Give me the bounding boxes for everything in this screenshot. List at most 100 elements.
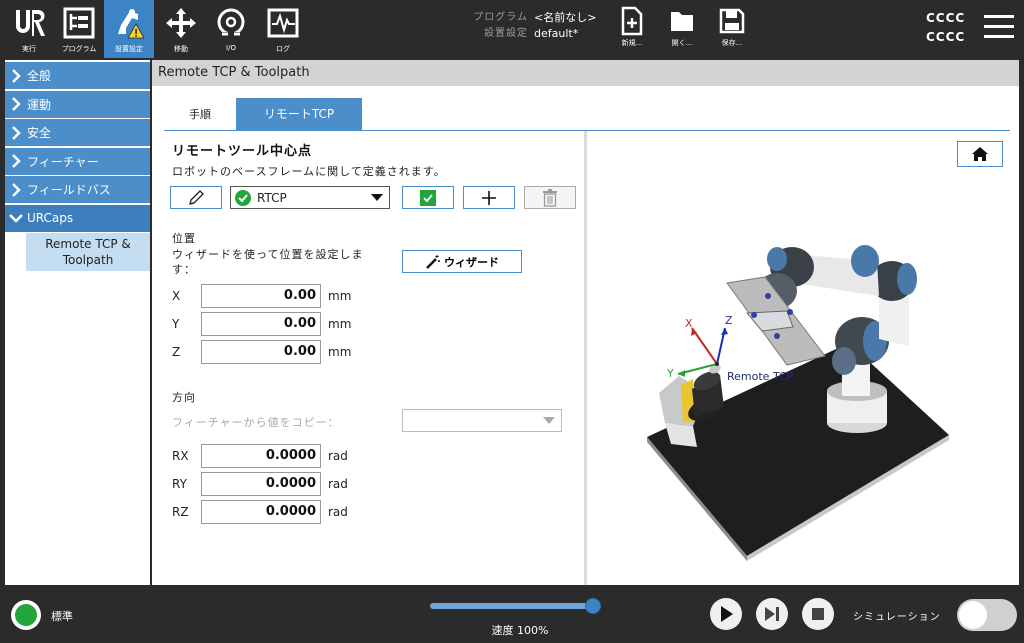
set-default-button[interactable] — [402, 186, 454, 209]
log-chart-icon — [267, 8, 299, 38]
orientation-ry-input[interactable]: 0.0000 — [201, 472, 321, 496]
save-button[interactable]: 保存... — [710, 6, 754, 54]
axis-label-ry: RY — [172, 477, 187, 491]
speed-label: 速度 100% — [491, 624, 549, 637]
delete-tcp-button[interactable] — [524, 186, 576, 209]
speed-slider-track[interactable] — [430, 603, 596, 609]
step-button[interactable] — [756, 598, 788, 630]
run-tab[interactable]: 実行 — [4, 0, 54, 58]
stop-button[interactable] — [802, 598, 834, 630]
unit-rad: rad — [328, 505, 348, 519]
new-button-label: 新規... — [621, 39, 643, 47]
tab-procedure[interactable]: 手順 — [164, 98, 236, 131]
add-tcp-button[interactable] — [463, 186, 515, 209]
orientation-rx-input[interactable]: 0.0000 — [201, 444, 321, 468]
unit-mm: mm — [328, 345, 352, 359]
robot-scene: X Z Y Remote TCP — [647, 245, 949, 561]
sidebar-subitem-label: Remote TCP & Toolpath — [45, 237, 131, 267]
plus-icon — [482, 190, 496, 205]
bottom-bar: 標準 速度 100% シミュレーション — [0, 588, 1024, 643]
play-button[interactable] — [710, 598, 742, 630]
open-button[interactable]: 開く... — [660, 6, 704, 54]
robot-3d-view[interactable]: X Z Y Remote TCP — [587, 131, 1019, 585]
wizard-button-label: ウィザード — [444, 255, 499, 269]
log-tab-label: ログ — [276, 45, 290, 53]
installation-warning-icon — [118, 9, 145, 39]
open-folder-icon — [671, 12, 693, 31]
main-panel: Remote TCP & Toolpath 手順 リモートTCP リモートツール… — [152, 60, 1019, 585]
robot-status-indicator[interactable] — [11, 600, 41, 630]
chevron-right-icon — [12, 68, 21, 83]
axis-label-z: Z — [172, 345, 181, 359]
chevron-right-icon — [12, 154, 21, 168]
check-circle-icon — [235, 189, 251, 206]
axis-label-x: X — [172, 289, 181, 303]
unit-mm: mm — [328, 289, 352, 303]
orientation-rz-input[interactable]: 0.0000 — [201, 500, 321, 524]
axis-label-y: Y — [172, 317, 180, 331]
tab-remote-tcp[interactable]: リモートTCP — [236, 98, 362, 131]
move-tab-label: 移動 — [174, 45, 188, 53]
magic-wand-icon — [426, 254, 440, 269]
program-tab[interactable]: プログラム — [54, 0, 104, 58]
unit-rad: rad — [328, 449, 348, 463]
axis-label-rx: RX — [172, 449, 189, 463]
form-panel: リモートツール中心点 ロボットのベースフレームに関して定義されます。 RTCP — [164, 131, 584, 585]
sidebar-item-label: 安全 — [27, 126, 52, 140]
tcp-select-value: RTCP — [257, 190, 287, 205]
chevron-right-icon — [12, 97, 21, 111]
io-icon — [217, 8, 245, 38]
position-y-input[interactable]: 0.00 — [201, 312, 321, 336]
orientation-label: 方向 — [172, 391, 196, 404]
program-name: <名前なし> — [534, 11, 597, 24]
io-tab[interactable]: I/O — [206, 0, 256, 58]
chevron-right-icon — [12, 182, 21, 197]
y-axis-label: Y — [666, 367, 674, 380]
position-x-input[interactable]: 0.00 — [201, 284, 321, 308]
ur-logo-icon — [16, 9, 45, 36]
axis-label-rz: RZ — [172, 505, 189, 519]
z-axis-label: Z — [725, 314, 733, 327]
sidebar-item-motion[interactable]: 運動 — [5, 90, 150, 118]
copy-from-feature-select[interactable] — [402, 409, 562, 432]
chevron-right-icon — [12, 125, 21, 140]
x-axis-label: X — [685, 317, 693, 330]
sidebar-item-label: 運動 — [27, 97, 52, 112]
io-tab-label: I/O — [226, 44, 236, 52]
installation-tab[interactable]: 設置設定 — [104, 0, 154, 58]
sidebar-item-fieldbus[interactable]: フィールドバス — [5, 176, 150, 203]
dropdown-arrow-icon — [371, 193, 383, 201]
chevron-down-icon — [9, 214, 23, 223]
hamburger-menu-icon[interactable] — [984, 14, 1014, 40]
installation-key: 設置設定 — [484, 28, 528, 39]
pencil-icon — [189, 189, 204, 205]
check-box-icon — [420, 189, 436, 206]
save-button-label: 保存... — [721, 39, 743, 47]
rename-button[interactable] — [170, 186, 222, 209]
sidebar-item-label: フィールドバス — [27, 183, 111, 197]
wizard-button[interactable]: ウィザード — [402, 250, 522, 273]
run-tab-label: 実行 — [22, 45, 36, 53]
simulation-label: シミュレーション — [853, 612, 941, 623]
tcp-select[interactable]: RTCP — [230, 186, 390, 209]
wizard-description: ウィザードを使って位置を設定します： — [172, 248, 364, 276]
sidebar-item-label: 全般 — [27, 69, 52, 83]
step-forward-icon — [765, 607, 779, 621]
position-z-input[interactable]: 0.00 — [201, 340, 321, 364]
sidebar-item-safety[interactable]: 安全 — [5, 119, 150, 146]
sidebar-item-general[interactable]: 全般 — [5, 62, 150, 89]
new-button[interactable]: 新規... — [610, 6, 654, 54]
program-key: プログラム — [473, 12, 528, 23]
floor-plate — [647, 343, 949, 556]
sidebar-subitem-remote-tcp[interactable]: Remote TCP & Toolpath — [26, 233, 150, 271]
log-tab[interactable]: ログ — [258, 0, 308, 58]
remote-tcp-label: Remote TCP — [727, 370, 794, 383]
section-description: ロボットのベースフレームに関して定義されます。 — [172, 165, 446, 178]
speed-slider-handle[interactable] — [585, 598, 601, 614]
simulation-toggle[interactable] — [957, 599, 1017, 631]
sidebar-item-features[interactable]: フィーチャー — [5, 147, 150, 175]
dropdown-arrow-icon — [543, 416, 555, 424]
sidebar-item-urcaps[interactable]: URCaps — [5, 204, 150, 232]
trash-icon — [543, 188, 557, 207]
move-tab[interactable]: 移動 — [156, 0, 206, 58]
